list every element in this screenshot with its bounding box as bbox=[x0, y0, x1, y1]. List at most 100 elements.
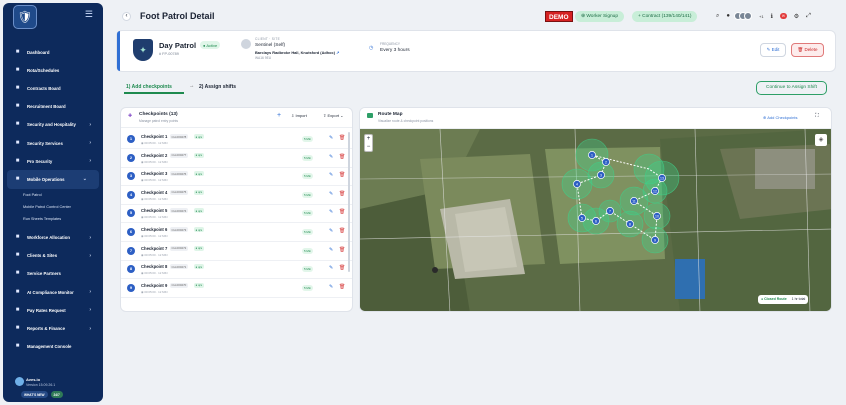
checkpoint-meta: ◉ 00:05:00 · 12 MIN bbox=[141, 196, 168, 201]
sidebar-item-workforce-allocation[interactable]: ■ Workforce Allocation › bbox=[3, 229, 103, 247]
checkpoint-meta: ◉ 00:05:00 · 12 MIN bbox=[141, 141, 168, 145]
trash-icon[interactable]: 🗑 bbox=[339, 247, 345, 253]
checkpoint-row[interactable]: 5 Checkpoint 5 CH-000274 ● qrs ◉ 00:05:00 · … bbox=[121, 204, 352, 224]
pencil-icon[interactable]: ✎ bbox=[329, 154, 333, 160]
back-button[interactable]: ‹ bbox=[122, 12, 131, 21]
settings-icon[interactable]: ⚙ bbox=[794, 13, 799, 20]
layers-icon[interactable]: ◈ bbox=[815, 134, 827, 146]
pencil-icon[interactable]: ✎ bbox=[329, 265, 333, 271]
sidebar-item-security-services[interactable]: ■ Security Services › bbox=[3, 134, 103, 152]
checkpoint-number: 4 bbox=[127, 190, 135, 199]
sidebar-item-clients-sites[interactable]: ■ Clients & Sites › bbox=[3, 247, 103, 265]
edit-button[interactable]: ✎ Edit bbox=[760, 43, 786, 57]
checkpoint-row[interactable]: 9 Checkpoint 9 CH-000270 ● qrs ◉ 00:05:00 · … bbox=[121, 279, 352, 298]
reports-icon: ■ bbox=[15, 325, 20, 332]
trash-icon[interactable]: 🗑 bbox=[339, 191, 345, 197]
pencil-icon[interactable]: ✎ bbox=[329, 228, 333, 234]
zoom-out-button[interactable]: − bbox=[365, 143, 372, 151]
sidebar-item-management-console[interactable]: ■ Management Console bbox=[3, 338, 103, 356]
tab-assign-shifts[interactable]: 2) Assign shifts bbox=[199, 84, 236, 90]
chat-icon[interactable]: ✉ bbox=[779, 13, 787, 19]
pencil-icon[interactable]: ✎ bbox=[329, 135, 333, 141]
map-svg[interactable]: 12345678910111213 bbox=[360, 128, 832, 312]
trash-icon[interactable]: 🗑 bbox=[339, 209, 345, 215]
sidebar-subitem-foot-patrol[interactable]: Foot Patrol bbox=[3, 189, 103, 201]
trash-icon[interactable]: 🗑 bbox=[339, 228, 345, 234]
trash-icon[interactable]: 🗑 bbox=[339, 172, 345, 178]
pencil-icon[interactable]: ✎ bbox=[329, 172, 333, 178]
sidebar-subitem-run-sheets-templates[interactable]: Run Sheets Templates bbox=[3, 213, 103, 225]
pencil-icon[interactable]: ✎ bbox=[329, 209, 333, 215]
pencil-icon[interactable]: ✎ bbox=[329, 247, 333, 253]
checkpoint-row[interactable]: 8 Checkpoint 8 CH-000271 ● qrs ◉ 00:05:00 · … bbox=[121, 260, 352, 280]
trash-icon[interactable]: 🗑 bbox=[339, 284, 345, 290]
sidebar-item-ai-compliance-monitor[interactable]: ■ AI Compliance Monitor › bbox=[3, 283, 103, 301]
checkpoint-code: CH-000278 bbox=[170, 134, 188, 139]
sidebar-item-mobile-operations[interactable]: ■ Mobile Operations ⌄ bbox=[7, 170, 99, 189]
sidebar-item-security-and-hospitality[interactable]: ■ Security and Hospitality › bbox=[3, 116, 103, 134]
map-canvas[interactable]: 1 2 3 4 5 6 7 8 9 10 11 12 13 + − ◈ ● Closed Route 1… bbox=[360, 128, 832, 312]
user-avatar bbox=[15, 377, 24, 386]
sidebar-item-reports-finance[interactable]: ■ Reports & Finance › bbox=[3, 319, 103, 337]
support-badge[interactable]: 24/7 bbox=[50, 391, 63, 398]
sidebar-item-dashboard[interactable]: ■ Dashboard bbox=[3, 43, 103, 61]
site-name[interactable]: Barclays Radbroke Hall, Knutsford (Adhoc… bbox=[255, 50, 339, 55]
checkpoint-name: Checkpoint 5 bbox=[141, 208, 168, 214]
dashboard-icon: ■ bbox=[15, 48, 20, 55]
sidebar-item-pro-security[interactable]: ■ Pro Security › bbox=[3, 152, 103, 170]
export-button[interactable]: ⇧ Export ⌄ bbox=[323, 113, 344, 118]
sidebar-subitem-mobile-patrol-control-center[interactable]: Mobile Patrol Control Center bbox=[3, 201, 103, 213]
checkpoint-row[interactable]: 4 Checkpoint 4 CH-000275 ● qrs ◉ 00:05:00 · … bbox=[121, 186, 352, 205]
checkpoint-row[interactable]: 3 Checkpoint 3 CH-000276 ● qrs ◉ 00:05:00 · … bbox=[121, 167, 352, 187]
sidebar-item-service-partners[interactable]: ■ Service Partners bbox=[3, 265, 103, 283]
external-link-icon[interactable]: ↗ bbox=[336, 50, 339, 55]
contract-label: Contract (139/140/141) bbox=[642, 14, 692, 19]
scrollbar[interactable] bbox=[348, 132, 350, 272]
delete-button[interactable]: 🗑 Delete bbox=[791, 43, 824, 57]
checkpoint-row[interactable]: 2 Checkpoint 2 CH-000277 ● qrs ◉ 00:05:00 · … bbox=[121, 149, 352, 168]
pencil-icon[interactable]: ✎ bbox=[329, 284, 333, 290]
sidebar-item-label: Contracts Board bbox=[27, 85, 61, 91]
fullscreen-icon[interactable]: ⛶ bbox=[815, 113, 819, 120]
add-checkpoint-button[interactable]: + bbox=[277, 112, 281, 119]
client-site-label: CLIENT · SITE bbox=[255, 37, 281, 41]
tab-add-checkpoints[interactable]: 1) Add checkpoints bbox=[126, 84, 172, 90]
avatar-group[interactable] bbox=[734, 12, 752, 20]
whats-new-button[interactable]: WHAT'S NEW bbox=[21, 391, 48, 398]
sidebar-item-contracts-board[interactable]: ■ Contracts Board bbox=[3, 79, 103, 97]
worker-signup-button[interactable]: ⊕ Worker Signup bbox=[575, 11, 624, 22]
calendar-icon: ■ bbox=[15, 66, 20, 73]
checkpoint-number: 5 bbox=[127, 209, 135, 218]
edit-label: Edit bbox=[771, 47, 780, 52]
sidebar-item-rota-schedules[interactable]: ■ Rota/Schedules bbox=[3, 61, 103, 79]
checkpoint-name: Checkpoint 8 bbox=[141, 264, 168, 270]
checkpoint-row[interactable]: 6 Checkpoint 6 CH-000273 ● qrs ◉ 00:05:00 · … bbox=[121, 223, 352, 242]
sidebar-item-pay-rates-request[interactable]: ■ Pay Rates Request › bbox=[3, 301, 103, 319]
info-icon[interactable]: ℹ bbox=[771, 13, 773, 20]
checkpoint-marker-label: 3 bbox=[600, 173, 602, 177]
trash-icon[interactable]: 🗑 bbox=[339, 154, 345, 160]
add-checkpoints-button[interactable]: ⊕ Add Checkpoints bbox=[763, 115, 798, 120]
checkpoint-row[interactable]: 7 Checkpoint 7 CH-000272 ● qrs ◉ 00:05:00 · … bbox=[121, 242, 352, 261]
trash-icon[interactable]: 🗑 bbox=[339, 135, 345, 141]
checkpoint-number: 3 bbox=[127, 172, 135, 181]
checkpoint-duration: 5 Min bbox=[302, 266, 314, 273]
zoom-in-button[interactable]: + bbox=[365, 135, 372, 143]
contract-button[interactable]: + Contract (139/140/141) bbox=[632, 11, 698, 22]
checkpoint-row[interactable]: 1 Checkpoint 1 CH-000278 ● qrs ◉ 00:05:00 · … bbox=[121, 130, 352, 149]
sidebar-item-label: Clients & Sites bbox=[27, 253, 58, 259]
status-icon[interactable]: ● bbox=[726, 13, 730, 19]
page-title: Foot Patrol Detail bbox=[140, 11, 215, 21]
patrol-summary-card: ✦ Day Patrol ● Active # FP-00789 CLIENT … bbox=[116, 30, 836, 72]
continue-button[interactable]: Continue to Assign Shift bbox=[756, 81, 827, 95]
search-icon[interactable]: ⌕ bbox=[716, 13, 719, 20]
trash-icon[interactable]: 🗑 bbox=[339, 265, 345, 271]
step-tabs: 1) Add checkpoints → 2) Assign shifts Co… bbox=[116, 80, 836, 98]
pencil-icon[interactable]: ✎ bbox=[329, 191, 333, 197]
expand-icon[interactable]: ⤢ bbox=[806, 13, 811, 20]
sidebar-item-recruitment-board[interactable]: ■ Recruitment Board bbox=[3, 98, 103, 116]
app-logo[interactable]: 🛡 bbox=[13, 5, 37, 29]
top-bar: ‹ Foot Patrol Detail DEMO ⊕ Worker Signu… bbox=[116, 8, 836, 24]
import-button[interactable]: ⇩ Import bbox=[291, 113, 307, 118]
menu-toggle-icon[interactable]: ☰ bbox=[85, 9, 93, 20]
